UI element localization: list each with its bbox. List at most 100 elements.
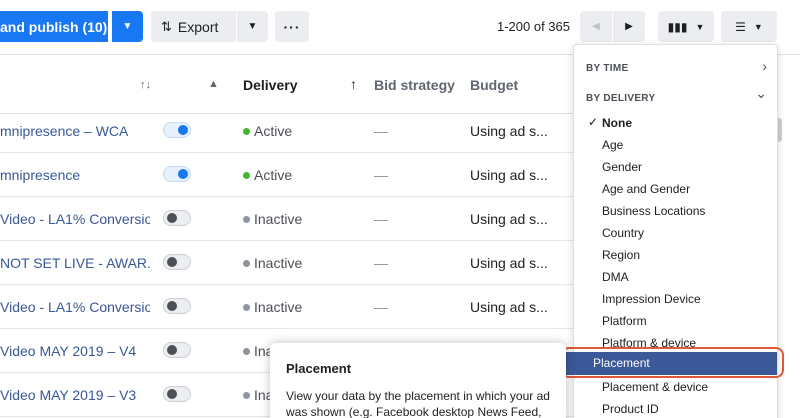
export-dropdown-button[interactable]: ▼ (237, 11, 268, 42)
delivery-status-label: Active (254, 167, 293, 183)
campaign-name-link[interactable]: Video MAY 2019 – V4 (0, 343, 150, 359)
campaign-name-link[interactable]: Video - LA1% Conversio... (0, 299, 150, 315)
menu-item-country[interactable]: Country (602, 226, 644, 240)
export-button-label: Export (177, 18, 219, 35)
table-row[interactable]: NOT SET LIVE - AWAR... Inactive — Using … (0, 241, 575, 285)
columns-icon: ▮▮▮ (667, 19, 688, 34)
status-dot-icon (243, 260, 250, 267)
menu-item-placement-and-device[interactable]: Placement & device (602, 380, 708, 394)
menu-item-age-and-gender[interactable]: Age and Gender (602, 182, 690, 196)
section-by-delivery[interactable]: BY DELIVERY (586, 93, 655, 104)
budget-value: Using ad s... (470, 167, 548, 183)
menu-item-platform[interactable]: Platform (602, 314, 647, 328)
menu-item-region[interactable]: Region (602, 248, 640, 262)
chevron-left-icon: ◀ (592, 21, 600, 32)
sort-ascending-icon[interactable]: ↑ (350, 76, 357, 92)
menu-item-none[interactable]: None (602, 116, 632, 130)
delivery-status: Inactive (243, 299, 302, 315)
delivery-status-label: Active (254, 123, 293, 139)
toggle-knob (167, 345, 177, 355)
previous-page-button[interactable]: ◀ (580, 11, 612, 42)
next-page-button[interactable]: ▶ (613, 11, 645, 42)
budget-value: Using ad s... (470, 123, 548, 139)
status-dot-icon (243, 128, 250, 135)
campaign-toggle[interactable] (163, 254, 191, 270)
menu-item-impression-device[interactable]: Impression Device (602, 292, 701, 306)
table-row[interactable]: Video - LA1% Conversio... Inactive — Usi… (0, 197, 575, 241)
breakdown-button[interactable]: ☰ ▼ (721, 11, 777, 42)
publish-button-label: and publish (10) (0, 18, 108, 35)
bid-strategy-value: — (374, 123, 388, 139)
menu-item-business-locations[interactable]: Business Locations (602, 204, 705, 218)
ellipsis-icon: ··· (283, 18, 301, 35)
chevron-down-icon: ▼ (753, 21, 763, 32)
check-icon: ✓ (588, 115, 599, 129)
menu-item-dma[interactable]: DMA (602, 270, 629, 284)
campaign-name-link[interactable]: NOT SET LIVE - AWAR... (0, 255, 150, 271)
highlight-annotation-ring (561, 347, 784, 378)
menu-item-gender[interactable]: Gender (602, 160, 642, 174)
budget-value: Using ad s... (470, 211, 548, 227)
table-row[interactable]: Video - LA1% Conversio... Inactive — Usi… (0, 285, 575, 329)
column-header-bid-strategy[interactable]: Bid strategy (374, 77, 455, 93)
status-dot-icon (243, 348, 250, 355)
menu-item-age[interactable]: Age (602, 138, 623, 152)
bid-strategy-value: — (374, 167, 388, 183)
campaign-toggle[interactable] (163, 298, 191, 314)
chevron-down-icon: ▼ (247, 21, 258, 32)
chevron-down-icon[interactable]: ⌄ (755, 85, 767, 102)
review-and-publish-button[interactable]: and publish (10) (0, 11, 108, 42)
toggle-knob (178, 125, 188, 135)
publish-dropdown-button[interactable]: ▼ (112, 11, 143, 42)
campaign-name-link[interactable]: mnipresence (0, 167, 150, 183)
delivery-status: Inactive (243, 255, 302, 271)
delivery-status: Inactive (243, 211, 302, 227)
delivery-status: Ina (243, 387, 273, 403)
status-dot-icon (243, 392, 250, 399)
breakdown-icon: ☰ (735, 19, 746, 34)
section-by-time[interactable]: BY TIME (586, 63, 628, 74)
export-button[interactable]: ⇅ Export (151, 11, 236, 42)
campaign-name-link[interactable]: mnipresence – WCA (0, 123, 150, 139)
campaign-toggle[interactable] (163, 122, 191, 138)
menu-item-product-id[interactable]: Product ID (602, 402, 659, 416)
more-options-button[interactable]: ··· (275, 11, 309, 42)
status-dot-icon (243, 172, 250, 179)
column-header-budget[interactable]: Budget (470, 77, 518, 93)
delivery-status: Active (243, 123, 292, 139)
tooltip-body: View your data by the placement in which… (286, 389, 550, 418)
campaign-toggle[interactable] (163, 342, 191, 358)
budget-value: Using ad s... (470, 299, 548, 315)
campaign-toggle[interactable] (163, 166, 191, 182)
pagination-range: 1-200 of 365 (496, 19, 570, 34)
bid-strategy-value: — (374, 255, 388, 271)
table-row[interactable]: mnipresence – WCA Active — Using ad s... (0, 109, 575, 153)
toggle-knob (167, 257, 177, 267)
column-header-delivery[interactable]: Delivery (243, 77, 297, 93)
delivery-status-label: Inactive (254, 299, 303, 315)
chevron-right-icon: ▶ (625, 21, 633, 32)
sort-icon[interactable]: ↑↓ (140, 79, 151, 91)
delivery-status: Ina (243, 343, 273, 359)
campaign-name-link[interactable]: Video MAY 2019 – V3 (0, 387, 150, 403)
toggle-knob (167, 213, 177, 223)
chevron-down-icon: ▼ (122, 21, 133, 32)
campaign-name-link[interactable]: Video - LA1% Conversio... (0, 211, 150, 227)
table-header: ↑↓ ▲ Delivery ↑ Bid strategy Budget (0, 55, 575, 114)
bid-strategy-value: — (374, 299, 388, 315)
bid-strategy-value: — (374, 211, 388, 227)
tooltip-title: Placement (286, 361, 352, 376)
columns-button[interactable]: ▮▮▮ ▼ (658, 11, 714, 42)
toggle-knob (167, 389, 177, 399)
campaign-toggle[interactable] (163, 210, 191, 226)
chevron-down-icon: ▼ (695, 21, 705, 32)
status-dot-icon (243, 216, 250, 223)
chevron-right-icon[interactable]: › (762, 58, 767, 74)
export-icon: ⇅ (161, 18, 172, 34)
campaign-toggle[interactable] (163, 386, 191, 402)
toggle-knob (167, 301, 177, 311)
delivery-status-label: Inactive (254, 255, 303, 271)
table-row[interactable]: mnipresence Active — Using ad s... (0, 153, 575, 197)
placement-tooltip: Placement View your data by the placemen… (270, 343, 566, 418)
delivery-status-label: Inactive (254, 211, 303, 227)
